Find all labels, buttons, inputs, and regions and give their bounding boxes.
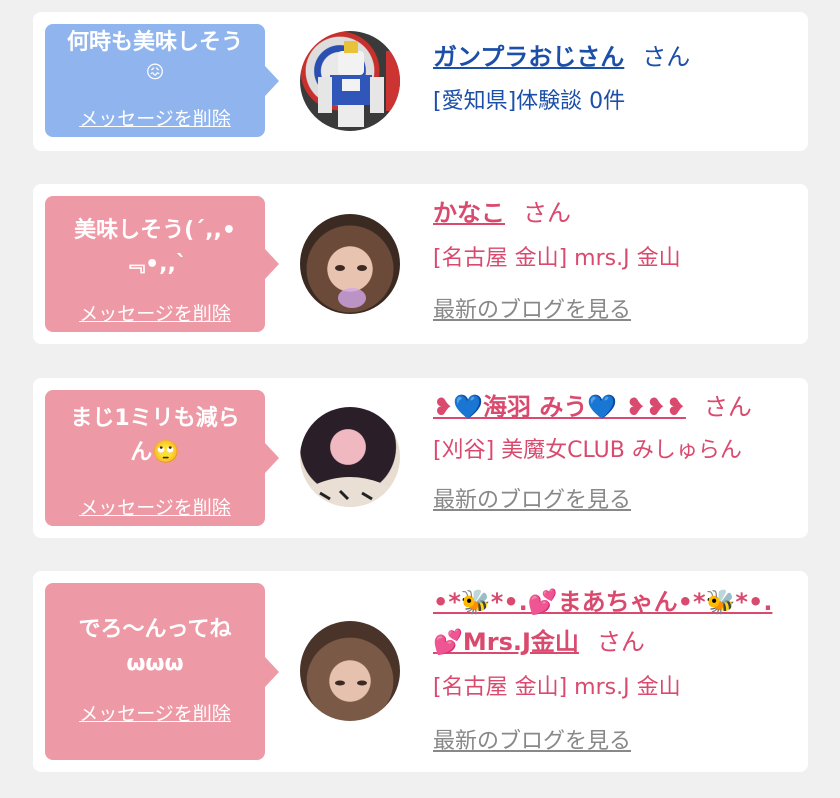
message-text: 何時も美味しそう [66,30,243,55]
message-card: まじ1ミリも減ら ん🙄 メッセージを削除 ❥💙海羽 みう💙 ❥❥❥ さん [刈谷]… [33,378,808,538]
woman-photo [335,265,367,308]
user-subtitle: [名古屋 金山] mrs.J 金山 [433,675,681,700]
message-card: 美味しそう(´,,• ﹃•,,` メッセージを削除 かなこ さん [名古屋 金山]… [33,184,808,344]
user-subtitle: [愛知県]体験談 0件 [433,89,626,114]
user-name-link[interactable]: •*🐝*•.💕まあちゃん•*🐝*•. [433,588,772,616]
emoji-icon: 😖 [145,62,165,83]
woman-photo [335,680,367,686]
latest-blog-link[interactable]: 最新のブログを見る [433,294,794,328]
honorific: さん [642,43,691,71]
honorific: さん [703,393,752,421]
user-info: ❥💙海羽 みう💙 ❥❥❥ さん [刈谷] 美魔女CLUB みしゅらん 最新のブログ… [433,390,794,518]
avatar[interactable] [300,407,400,507]
honorific: さん [596,628,645,656]
message-text: まじ1ミリも減ら ん🙄 [70,406,240,465]
avatar[interactable] [300,621,400,721]
user-info: かなこ さん [名古屋 金山] mrs.J 金山 最新のブログを見る [433,196,794,328]
user-name-link[interactable]: かなこ [433,199,505,227]
message-bubble: まじ1ミリも減ら ん🙄 メッセージを削除 [45,390,279,526]
user-name-link[interactable]: ❥💙海羽 みう💙 ❥❥❥ [433,393,686,421]
message-card: でろ〜んってね ωωω メッセージを削除 •*🐝*•.💕まあちゃん•*🐝*•. … [33,571,808,772]
latest-blog-link[interactable]: 最新のブログを見る [433,725,794,759]
woman-photo [310,477,390,507]
delete-message-link[interactable]: メッセージを削除 [45,104,265,131]
delete-message-link[interactable]: メッセージを削除 [45,493,265,520]
avatar[interactable] [300,214,400,314]
user-subtitle: [刈谷] 美魔女CLUB みしゅらん [433,438,742,463]
delete-message-link[interactable]: メッセージを削除 [45,699,265,726]
user-name-link[interactable]: ガンプラおじさん [433,43,624,71]
message-bubble: 美味しそう(´,,• ﹃•,,` メッセージを削除 [45,196,279,332]
user-info: ガンプラおじさん さん [愛知県]体験談 0件 [433,40,794,119]
user-info: •*🐝*•.💕まあちゃん•*🐝*•. 💕Mrs.J金山 さん [名古屋 金山] m… [433,585,794,759]
message-text: 美味しそう(´,,• ﹃•,,` [74,218,236,277]
message-card: 何時も美味しそう 😖 メッセージを削除 ガンプラおじさん さん [愛知県]体験談 … [33,12,808,151]
avatar[interactable] [300,31,400,131]
robot-figure-photo [318,41,400,127]
honorific: さん [523,199,571,227]
delete-message-link[interactable]: メッセージを削除 [45,299,265,326]
user-subtitle: [名古屋 金山] mrs.J 金山 [433,246,681,271]
latest-blog-link[interactable]: 最新のブログを見る [433,484,794,518]
message-bubble: 何時も美味しそう 😖 メッセージを削除 [45,24,279,137]
user-name-link-continued[interactable]: 💕Mrs.J金山 [433,628,579,656]
message-bubble: でろ〜んってね ωωω メッセージを削除 [45,583,279,760]
message-text: でろ〜んってね ωωω [78,617,232,676]
